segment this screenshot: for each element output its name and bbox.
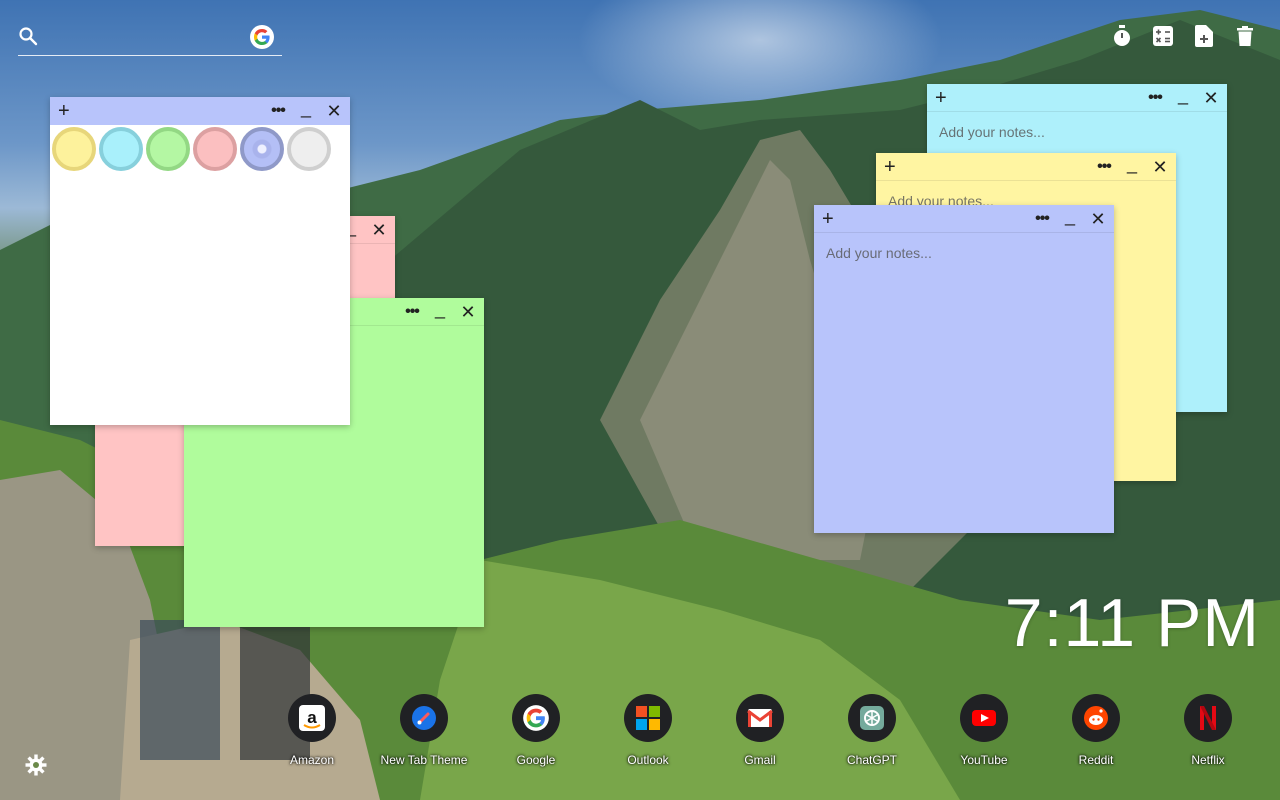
color-swatch[interactable] [99,127,143,171]
shortcut-chatgpt[interactable]: ChatGPT [824,694,920,767]
search-bar [18,22,282,56]
color-swatch[interactable] [240,127,284,171]
stopwatch-icon[interactable] [1111,24,1133,48]
sticky-note-lavender[interactable]: + ••• _ ✕ [814,205,1114,533]
toolbar [1111,24,1256,48]
close-button[interactable]: ✕ [454,301,482,323]
shortcut-outlook[interactable]: Outlook [600,694,696,767]
shortcut-label: Outlook [627,753,669,767]
shortcut-label: New Tab Theme [380,753,468,767]
close-button[interactable]: ✕ [1084,208,1112,230]
settings-gear-icon[interactable] [25,754,47,776]
color-swatch[interactable] [193,127,237,171]
clock: 7:11 PM [1004,585,1260,661]
chatgpt-icon [848,694,896,742]
search-underline [18,55,282,56]
reddit-icon [1072,694,1120,742]
netflix-icon [1184,694,1232,742]
amazon-icon: a [288,694,336,742]
shortcut-label: Reddit [1078,753,1114,767]
shortcut-label: ChatGPT [846,753,897,767]
svg-text:a: a [307,708,317,727]
note-titlebar[interactable]: + ••• _ ✕ [876,153,1176,181]
add-note-button[interactable]: + [822,207,834,231]
shortcut-label: Netflix [1191,753,1225,767]
new-tab-theme-icon [400,694,448,742]
note-menu-button[interactable]: ••• [1028,208,1056,230]
add-note-button[interactable]: + [935,86,947,110]
shortcut-google[interactable]: Google [488,694,584,767]
note-titlebar[interactable]: + ••• _ ✕ [927,84,1227,112]
new-note-icon[interactable] [1193,24,1215,48]
close-button[interactable]: ✕ [1146,156,1174,178]
shortcut-gmail[interactable]: Gmail [712,694,808,767]
shortcut-label: Gmail [744,753,776,767]
shortcut-new-tab-theme[interactable]: New Tab Theme [376,694,472,767]
calculator-icon[interactable] [1152,24,1174,48]
note-menu-button[interactable]: ••• [1090,156,1118,178]
minimize-button[interactable]: _ [426,300,454,323]
note-titlebar[interactable]: + ••• _ ✕ [814,205,1114,233]
note-textarea[interactable] [824,243,1104,523]
minimize-button[interactable]: _ [1169,86,1197,109]
shortcut-label: Google [516,753,556,767]
color-picker [52,127,331,171]
trash-icon[interactable] [1234,24,1256,48]
gmail-icon [736,694,784,742]
note-menu-button[interactable]: ••• [398,301,426,323]
minimize-button[interactable]: _ [292,99,320,122]
outlook-icon [624,694,672,742]
shortcut-label: Amazon [289,753,335,767]
add-note-button[interactable]: + [58,99,70,123]
google-search-icon[interactable] [250,25,274,49]
minimize-button[interactable]: _ [1056,207,1084,230]
close-button[interactable]: ✕ [320,100,348,122]
shortcut-reddit[interactable]: Reddit [1048,694,1144,767]
minimize-button[interactable]: _ [1118,155,1146,178]
google-icon [512,694,560,742]
shortcut-label: YouTube [960,753,1008,767]
shortcut-netflix[interactable]: Netflix [1160,694,1256,767]
color-swatch[interactable] [52,127,96,171]
close-button[interactable]: ✕ [1197,87,1225,109]
color-swatch[interactable] [287,127,331,171]
note-titlebar[interactable]: + ••• _ ✕ [50,97,350,125]
color-swatch[interactable] [146,127,190,171]
youtube-icon [960,694,1008,742]
shortcuts-dock: a Amazon New Tab Theme Google Outlook Gm… [0,694,1280,784]
add-note-button[interactable]: + [884,155,896,179]
note-menu-button[interactable]: ••• [1141,87,1169,109]
note-menu-button[interactable]: ••• [264,100,292,122]
shortcut-youtube[interactable]: YouTube [936,694,1032,767]
sticky-note-white[interactable]: + ••• _ ✕ [50,97,350,425]
search-icon[interactable] [18,26,38,46]
close-button[interactable]: ✕ [365,219,393,241]
shortcut-amazon[interactable]: a Amazon [264,694,360,767]
search-input[interactable] [48,24,242,52]
